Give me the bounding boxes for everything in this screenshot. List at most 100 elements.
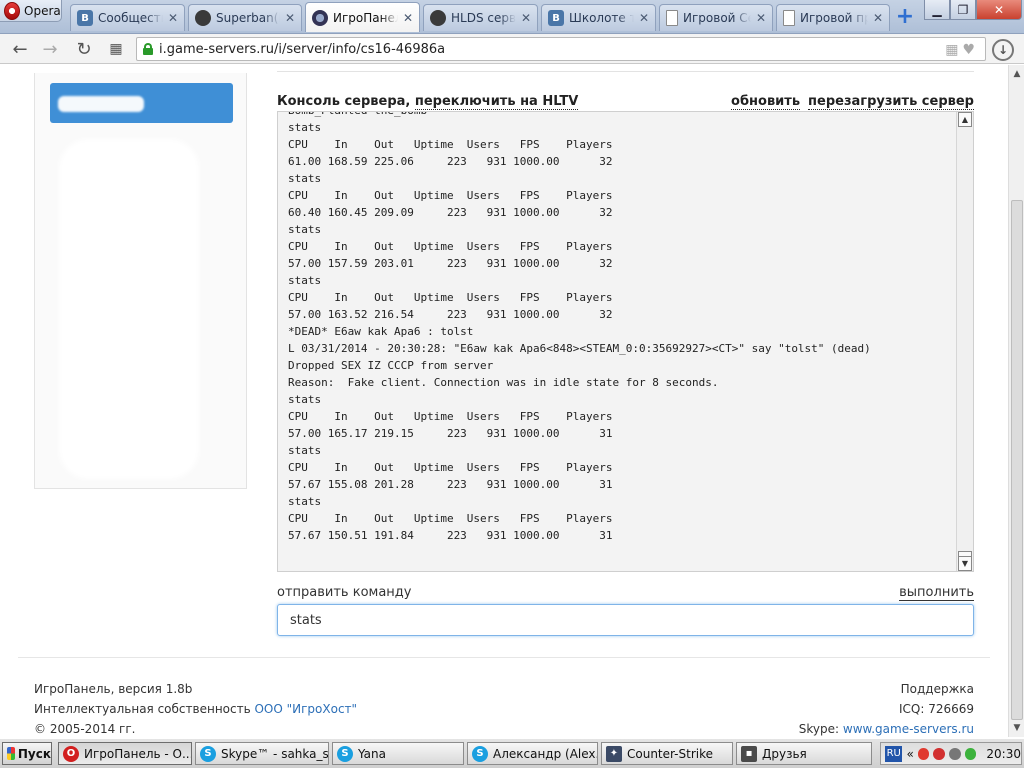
taskbar-item-label: Skype™ - sahka_svet — [221, 746, 329, 761]
arrow-left-icon: ← — [12, 38, 28, 60]
close-icon[interactable]: ✕ — [403, 11, 413, 25]
taskbar: Пуск O ИгроПанель - О... S Skype™ - sahk… — [0, 738, 1024, 768]
skype-icon: S — [200, 745, 216, 762]
close-icon[interactable]: ✕ — [168, 11, 178, 25]
tray-app-icon[interactable] — [964, 747, 977, 760]
tab-game-server-2[interactable]: Игровой пр ✕ — [776, 4, 890, 31]
browser-toolbar: ← → ↻ ▦ i.game-servers.ru/i/server/info/… — [0, 34, 1024, 64]
close-icon[interactable]: ✕ — [639, 11, 649, 25]
steam-friends-icon: ▪ — [741, 745, 757, 762]
tab-igropanel[interactable]: ИгроПанель ✕ — [305, 2, 420, 32]
speed-dial-button[interactable]: ▦ — [104, 37, 128, 61]
gamepanel-icon — [312, 9, 328, 26]
counter-strike-icon: ✦ — [606, 745, 622, 762]
scroll-down-icon[interactable]: ▼ — [958, 556, 972, 571]
arrow-right-icon: → — [42, 38, 58, 60]
opera-logo-icon — [4, 1, 20, 20]
page-content: Консоль сервера, переключить на HLTV обн… — [0, 65, 1008, 737]
language-indicator[interactable]: RU — [885, 745, 903, 762]
tab-hlds[interactable]: HLDS серве ✕ — [423, 4, 538, 31]
tab-title: HLDS серве — [451, 11, 516, 25]
window-minimize-button[interactable]: ▁ — [924, 0, 950, 20]
command-input[interactable] — [277, 604, 974, 636]
minimize-icon: ▁ — [932, 2, 942, 17]
download-icon: ↓ — [997, 43, 1009, 57]
tab-game-server-1[interactable]: Игровой Се ✕ — [659, 4, 773, 31]
scrollbar-thumb[interactable] — [1011, 200, 1023, 720]
refresh-link[interactable]: обновить — [731, 94, 801, 110]
ninja-icon — [195, 10, 211, 26]
support-link[interactable]: Поддержка — [901, 682, 974, 696]
downloads-button[interactable]: ↓ — [992, 39, 1014, 61]
start-label: Пуск — [17, 746, 51, 761]
heart-icon[interactable]: ♥ — [962, 42, 975, 58]
taskbar-item-label: Counter-Strike — [627, 746, 714, 761]
restart-server-link[interactable]: перезагрузить сервер — [808, 94, 974, 110]
window-close-button[interactable]: ✕ — [976, 0, 1022, 20]
tab-superban[interactable]: Superban(h ✕ — [188, 4, 302, 31]
page-icon — [783, 10, 795, 26]
taskbar-item-friends[interactable]: ▪ Друзья — [736, 742, 872, 765]
vk-icon: B — [548, 10, 564, 26]
back-button[interactable]: ← — [8, 37, 32, 61]
address-bar[interactable]: i.game-servers.ru/i/server/info/cs16-469… — [136, 37, 986, 61]
command-label: отправить команду — [277, 585, 412, 600]
console-scrollbar[interactable]: ▲ ▼ — [956, 112, 973, 571]
taskbar-item-yana[interactable]: S Yana — [332, 742, 464, 765]
taskbar-item-counter-strike[interactable]: ✦ Counter-Strike — [601, 742, 733, 765]
site-link[interactable]: www.game-servers.ru — [843, 722, 974, 736]
new-tab-button[interactable]: + — [893, 6, 917, 29]
scroll-down-icon[interactable]: ▼ — [1011, 721, 1023, 735]
page-icon — [666, 10, 678, 26]
reload-button[interactable]: ↻ — [72, 37, 96, 61]
close-icon[interactable]: ✕ — [756, 11, 766, 25]
url-text: i.game-servers.ru/i/server/info/cs16-469… — [159, 41, 446, 57]
footer-ip: Интеллектуальная собственность ООО "Игро… — [34, 702, 357, 716]
reload-icon: ↻ — [76, 38, 92, 60]
opera-menu-button[interactable]: Opera — [0, 0, 62, 22]
tab-title: Superban(h — [216, 11, 280, 25]
switch-hltv-link[interactable]: переключить на HLTV — [414, 94, 579, 110]
tray-app-icon[interactable] — [917, 747, 930, 760]
grid-icon: ▦ — [109, 41, 123, 57]
tray-app-icon[interactable] — [949, 747, 961, 760]
system-tray: RU « 20:30 — [880, 742, 1022, 765]
scroll-up-icon[interactable]: ▲ — [958, 112, 972, 127]
taskbar-item-skype[interactable]: S Skype™ - sahka_svet — [195, 742, 329, 765]
grid-icon[interactable]: ▦ — [945, 42, 958, 58]
server-console[interactable]: Bomb_Planted the_bomb stats CPU In Out U… — [277, 111, 974, 572]
sidebar — [34, 73, 247, 489]
taskbar-item-alexander[interactable]: S Александр (Alex... — [467, 742, 598, 765]
ninja-icon — [430, 10, 446, 26]
tab-vk-communities[interactable]: B Сообщества ✕ — [70, 4, 185, 31]
close-icon[interactable]: ✕ — [873, 11, 883, 25]
tray-app-icon[interactable] — [933, 747, 946, 760]
lock-icon — [143, 43, 153, 55]
start-button[interactable]: Пуск — [2, 742, 52, 765]
close-icon[interactable]: ✕ — [285, 11, 295, 25]
forward-button[interactable]: → — [38, 37, 62, 61]
footer-version: ИгроПанель, версия 1.8b — [34, 682, 193, 696]
company-link[interactable]: ООО "ИгроХост" — [254, 702, 357, 716]
taskbar-item-opera[interactable]: O ИгроПанель - О... — [58, 742, 192, 765]
clock[interactable]: 20:30 — [986, 747, 1021, 761]
scroll-up-icon[interactable]: ▲ — [1011, 67, 1023, 81]
execute-link[interactable]: выполнить — [899, 585, 974, 601]
close-icon[interactable]: ✕ — [521, 11, 531, 25]
taskbar-item-label: Александр (Alex... — [493, 746, 598, 761]
taskbar-item-label: ИгроПанель - О... — [84, 746, 192, 761]
sidebar-active-button[interactable] — [50, 83, 233, 123]
tab-vk-school[interactable]: B Школоте т ✕ — [541, 4, 656, 31]
console-output: Bomb_Planted the_bomb stats CPU In Out U… — [288, 112, 871, 542]
console-title: Консоль сервера, переключить на HLTV — [277, 94, 579, 110]
window-maximize-button[interactable]: ❐ — [950, 0, 976, 20]
vk-icon: B — [77, 10, 93, 26]
tab-title: Игровой Се — [683, 11, 751, 25]
skype-icon: S — [472, 745, 488, 762]
footer-skype: Skype: www.game-servers.ru — [799, 722, 974, 736]
footer-copyright: © 2005-2014 гг. — [34, 722, 136, 736]
taskbar-item-label: Yana — [358, 746, 386, 761]
page-scrollbar[interactable]: ▲ ▼ — [1008, 65, 1024, 737]
chevron-left-icon[interactable]: « — [906, 747, 913, 761]
maximize-icon: ❐ — [957, 2, 969, 17]
